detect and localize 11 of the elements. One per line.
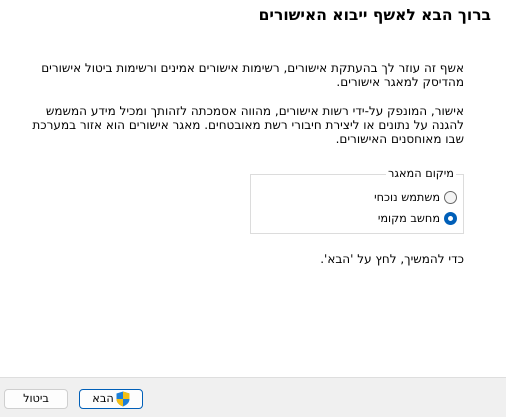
shield-icon <box>116 390 130 406</box>
instruction-text: כדי להמשיך, לחץ על 'הבא'. <box>319 252 464 266</box>
cancel-button[interactable]: ביטול <box>4 388 68 408</box>
wizard-title: ברוך הבא לאשף ייבוא האישורים <box>258 6 491 26</box>
next-button[interactable]: הבא <box>79 388 143 408</box>
radio-label[interactable]: מחשב מקומי <box>378 212 440 225</box>
radio-label[interactable]: משתמש נוכחי <box>374 191 440 204</box>
paragraph: אשף זה עוזר לך בהעתקת אישורים, רשימות אישורים אמינים ורשימות ביטול אישורים מהדיסק למאגר אישורים. <box>40 61 464 89</box>
paragraph: אישור, המונפק על-ידי רשות אישורים, מהווה אסמכתה לזהותך ומכיל מידע המשמש להגנה על נתונים או ליצירת חיבורי רשת מאובטחים. מאגר אישורים הוא אזור במערכת שבו מאוחסנים האישורים. <box>31 104 464 146</box>
radio-button[interactable] <box>444 191 457 204</box>
radio-button[interactable] <box>444 212 457 225</box>
